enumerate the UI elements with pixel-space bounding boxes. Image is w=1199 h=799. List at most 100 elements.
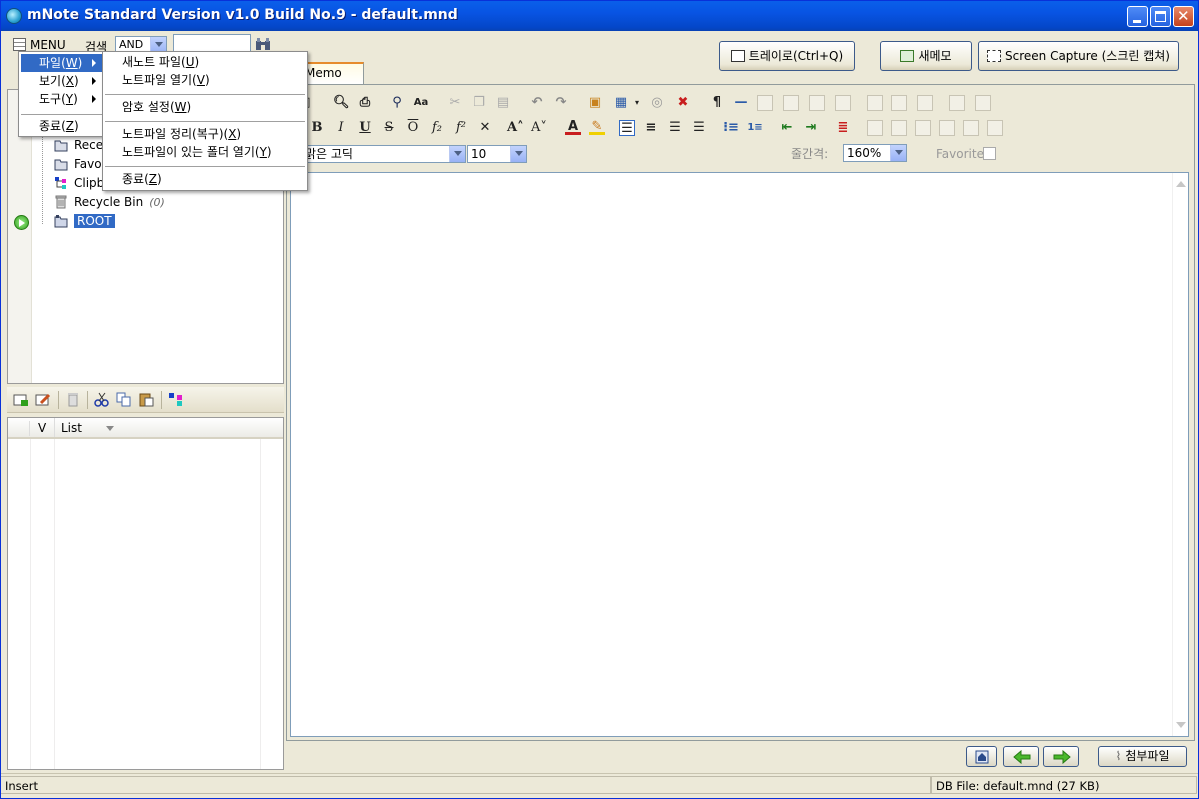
indent-decrease-icon[interactable]: ⇤ <box>779 120 795 136</box>
chevron-down-icon[interactable] <box>449 146 465 162</box>
tree-item-favorites[interactable]: Favo <box>54 156 102 173</box>
preview-icon[interactable]: 🔍︎ <box>333 95 350 111</box>
border-bottom-icon[interactable] <box>915 120 931 136</box>
border-all-icon[interactable] <box>867 120 883 136</box>
list-col-list[interactable]: List <box>61 421 82 435</box>
italic-icon[interactable]: I <box>333 120 349 136</box>
screen-capture-button[interactable]: Screen Capture (스크린 캡쳐) <box>978 41 1179 71</box>
border-right-icon[interactable] <box>963 120 979 136</box>
align-center-icon[interactable]: ≡ <box>643 120 659 136</box>
col-insert-left-icon[interactable] <box>757 95 773 111</box>
underline-icon[interactable]: U <box>357 120 373 136</box>
delete-row-icon[interactable] <box>891 95 907 111</box>
close-button[interactable]: ✕ <box>1173 6 1194 27</box>
bold-icon[interactable]: B <box>309 120 325 136</box>
tray-button[interactable]: 트레이로(Ctrl+Q) <box>719 41 855 71</box>
tree-item-recycle-bin[interactable]: Recycle Bin (0) <box>54 194 165 211</box>
tree-item-root[interactable]: ROOT <box>54 213 115 230</box>
number-list-icon[interactable]: 1≡ <box>747 120 763 136</box>
maximize-button[interactable] <box>1150 6 1171 27</box>
table-icon[interactable]: ▦ <box>613 95 629 111</box>
justify-icon[interactable]: ☰ <box>691 120 707 136</box>
editor-scrollbar[interactable] <box>1172 173 1188 736</box>
scroll-up-icon[interactable] <box>1176 176 1186 187</box>
file-menu-repair-note[interactable]: 노트파일 정리(복구)(X) <box>105 125 305 143</box>
memo-editor-body[interactable] <box>290 172 1189 737</box>
row-insert-above-icon[interactable] <box>809 95 825 111</box>
link-icon[interactable]: ◎ <box>649 95 665 111</box>
border-top-icon[interactable] <box>891 120 907 136</box>
back-button[interactable] <box>1003 746 1039 767</box>
menu-item-tools[interactable]: 도구(Y) <box>21 90 103 108</box>
chevron-down-icon[interactable] <box>890 145 906 161</box>
minimize-button[interactable] <box>1127 6 1148 27</box>
align-left-icon[interactable]: ☰ <box>619 120 635 136</box>
merge-cells-icon[interactable] <box>949 95 965 111</box>
menu-item-file[interactable]: 파일(W) <box>21 54 103 72</box>
row-insert-below-icon[interactable] <box>835 95 851 111</box>
line-color-icon[interactable]: ≣ <box>835 120 851 136</box>
col-insert-right-icon[interactable] <box>783 95 799 111</box>
menu-item-view[interactable]: 보기(X) <box>21 72 103 90</box>
file-menu-open-note[interactable]: 노트파일 열기(V) <box>105 71 305 89</box>
bullet-list-icon[interactable]: ⁝≡ <box>723 120 739 136</box>
superscript-icon[interactable]: f² <box>453 120 469 136</box>
paste-icon[interactable] <box>138 392 154 407</box>
font-shrink-icon[interactable]: A˅ <box>531 120 547 136</box>
clear-format-icon[interactable]: ✕ <box>477 120 493 136</box>
tree-item-clipboard[interactable]: Clipb <box>54 175 104 192</box>
scroll-down-icon[interactable] <box>1176 722 1186 733</box>
image-icon[interactable]: ▣ <box>587 95 603 111</box>
unlink-icon[interactable]: ✖ <box>675 95 691 111</box>
new-memo-button[interactable]: 새메모 <box>880 41 972 71</box>
align-right-icon[interactable]: ☰ <box>667 120 683 136</box>
cut-edit-icon[interactable]: ✂ <box>447 95 463 111</box>
redo-icon[interactable]: ↷ <box>553 95 569 111</box>
text-color-icon[interactable]: A <box>565 120 581 135</box>
file-menu-exit[interactable]: 종료(Z) <box>105 170 305 188</box>
cut-icon[interactable] <box>94 392 110 407</box>
edit-item-icon[interactable] <box>35 392 51 407</box>
font-name-select[interactable]: 맑은 고딕 <box>301 145 466 163</box>
copy-edit-icon[interactable]: ❐ <box>471 95 487 111</box>
menu-item-exit[interactable]: 종료(Z) <box>21 117 103 135</box>
font-grow-icon[interactable]: A˄ <box>507 120 524 136</box>
subscript-icon[interactable]: f₂ <box>429 120 445 136</box>
home-button[interactable] <box>966 746 997 767</box>
delete-table-icon[interactable] <box>917 95 933 111</box>
horizontal-rule-icon[interactable]: — <box>733 95 749 111</box>
new-item-icon[interactable] <box>13 392 29 407</box>
sort-arrow-icon[interactable] <box>106 426 114 435</box>
replace-icon[interactable]: Aa <box>413 95 429 111</box>
chevron-down-icon[interactable] <box>510 146 526 162</box>
overline-icon[interactable]: O <box>405 120 421 136</box>
forward-button[interactable] <box>1043 746 1079 767</box>
table-dropdown-icon[interactable]: ▾ <box>629 95 645 111</box>
find-icon[interactable]: ⚲ <box>389 95 405 111</box>
split-cells-icon[interactable] <box>975 95 991 111</box>
paragraph-mark-icon[interactable]: ¶ <box>709 95 725 111</box>
font-size-select[interactable]: 10 <box>467 145 527 163</box>
indent-increase-icon[interactable]: ⇥ <box>803 120 819 136</box>
highlight-icon[interactable]: ✎ <box>589 120 605 135</box>
delete-col-icon[interactable] <box>867 95 883 111</box>
strikethrough-icon[interactable]: S <box>381 120 397 136</box>
border-left-icon[interactable] <box>939 120 955 136</box>
binoculars-icon[interactable] <box>255 37 271 51</box>
favorite-checkbox[interactable] <box>983 147 996 160</box>
delete-icon[interactable] <box>65 392 81 407</box>
file-menu-open-folder[interactable]: 노트파일이 있는 폴더 열기(Y) <box>105 143 305 161</box>
print-icon[interactable]: ⎙ <box>357 95 373 111</box>
attach-file-button[interactable]: ⌇ 첨부파일 <box>1098 746 1187 767</box>
tree-item-recent[interactable]: Rece <box>54 137 103 154</box>
move-node-icon[interactable] <box>168 392 184 407</box>
paste-edit-icon[interactable]: ▤ <box>495 95 511 111</box>
file-menu-set-password[interactable]: 암호 설정(W) <box>105 98 305 116</box>
border-none-icon[interactable] <box>987 120 1003 136</box>
title-bar[interactable]: mNote Standard Version v1.0 Build No.9 -… <box>1 1 1198 31</box>
list-col-v[interactable]: V <box>38 421 46 435</box>
file-menu-new-note[interactable]: 새노트 파일(U) <box>105 53 305 71</box>
copy-icon[interactable] <box>116 392 132 407</box>
undo-icon[interactable]: ↶ <box>529 95 545 111</box>
line-spacing-select[interactable]: 160% <box>843 144 907 162</box>
